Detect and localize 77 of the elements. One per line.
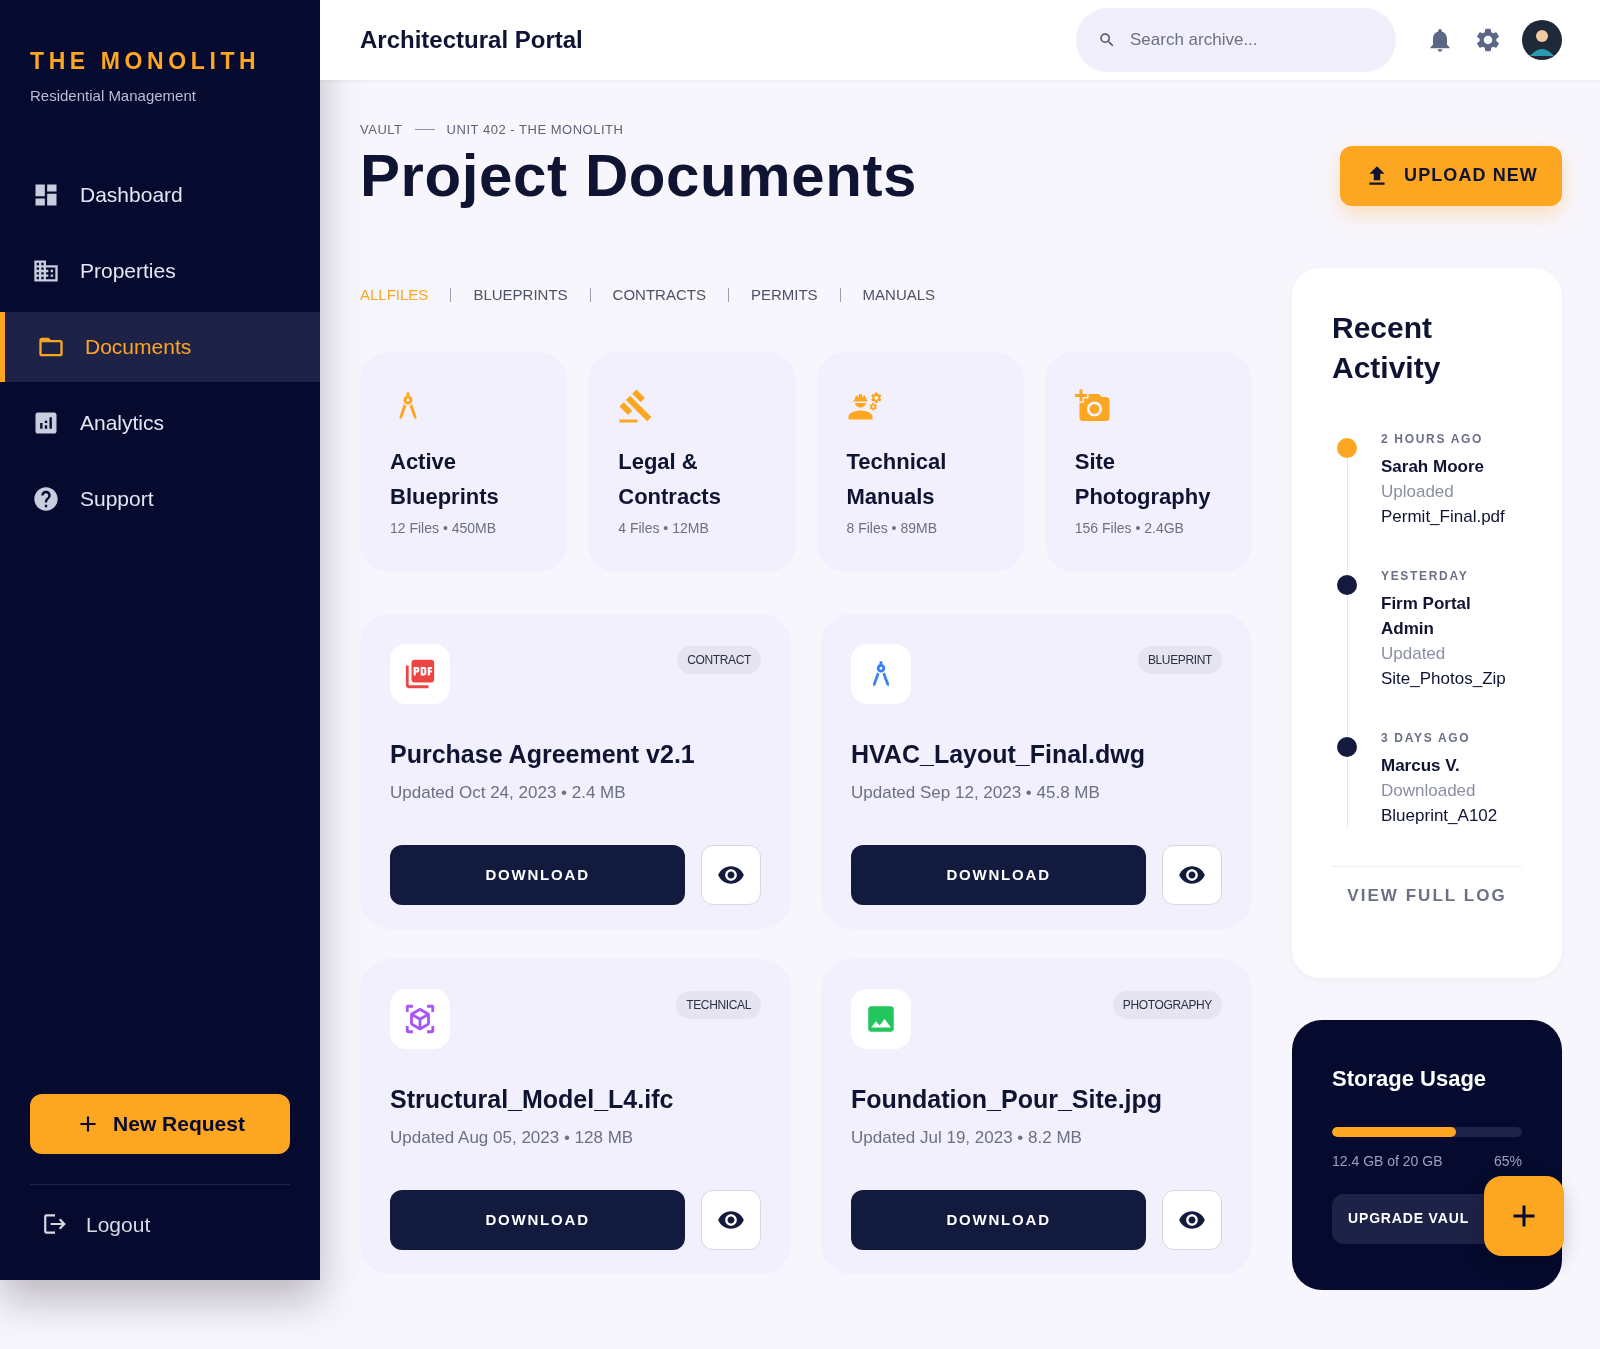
new-request-button[interactable]: New Request xyxy=(30,1093,290,1154)
nav-item[interactable]: Analytics xyxy=(0,388,320,458)
avatar[interactable] xyxy=(1522,20,1562,60)
document-title: HVAC_Layout_Final.dwg xyxy=(851,739,1146,770)
pdf-icon xyxy=(403,657,437,691)
download-button[interactable]: DOWNLOAD xyxy=(851,1190,1147,1250)
help-icon xyxy=(32,485,60,513)
cube-icon xyxy=(403,1002,437,1036)
preview-button[interactable] xyxy=(701,1190,761,1250)
filter-tab[interactable]: PERMITS xyxy=(750,283,818,306)
category-meta: 12 Files • 450MB xyxy=(390,519,498,538)
category-title: Active Blueprints xyxy=(390,448,500,511)
document-meta: Updated Oct 24, 2023 • 2.4 MB xyxy=(390,781,627,804)
breadcrumb-item[interactable]: UNIT 402 - THE MONOLITH xyxy=(446,120,624,140)
activity-user: Marcus V. xyxy=(1381,754,1461,777)
activity-title: Recent Activity xyxy=(1332,309,1442,386)
download-button[interactable]: DOWNLOAD xyxy=(390,1190,686,1250)
preview-button[interactable] xyxy=(701,845,761,905)
document-title: Purchase Agreement v2.1 xyxy=(390,739,696,770)
view-full-log-link[interactable]: VIEW FULL LOG xyxy=(1332,882,1522,908)
nav-item[interactable]: Properties xyxy=(0,236,320,306)
document-title: Foundation_Pour_Site.jpg xyxy=(851,1084,1164,1115)
document-tag: TECHNICAL xyxy=(676,991,761,1019)
search-field[interactable]: Search archive... xyxy=(1076,8,1396,72)
activity-file: Permit_Final.pdf xyxy=(1381,505,1506,528)
category-card[interactable]: Active Blueprints 12 Files • 450MB xyxy=(360,352,568,572)
search-icon xyxy=(1098,31,1116,49)
header-title: Architectural Portal xyxy=(360,25,583,55)
activity-user: Sarah Moore xyxy=(1381,455,1485,478)
brand-title: THE MONOLITH xyxy=(30,47,262,76)
download-button[interactable]: DOWNLOAD xyxy=(851,845,1147,905)
activity-time: 2 HOURS AGO xyxy=(1381,430,1485,448)
nav-item[interactable]: Documents xyxy=(0,312,320,382)
nav-item[interactable]: Dashboard xyxy=(0,160,320,230)
breadcrumb-item[interactable]: VAULT xyxy=(360,120,403,140)
category-meta: 156 Files • 2.4GB xyxy=(1074,519,1185,538)
download-button[interactable]: DOWNLOAD xyxy=(390,845,686,905)
filter-tab[interactable]: CONTRACTS xyxy=(612,283,706,306)
category-title: Site Photography xyxy=(1074,448,1212,511)
filter-tab[interactable]: BLUEPRINTS xyxy=(473,283,568,306)
storage-used: 12.4 GB of 20 GB xyxy=(1332,1151,1443,1171)
filter-tab[interactable]: MANUALS xyxy=(862,283,936,306)
document-meta: Updated Aug 05, 2023 • 128 MB xyxy=(390,1126,635,1149)
document-tag: PHOTOGRAPHY xyxy=(1112,991,1222,1019)
add-fab[interactable] xyxy=(1484,1175,1564,1256)
document-meta: Updated Sep 12, 2023 • 45.8 MB xyxy=(851,781,1101,804)
settings-button[interactable] xyxy=(1474,26,1502,54)
activity-action: Updated xyxy=(1381,642,1447,665)
storage-title: Storage Usage xyxy=(1332,1064,1488,1093)
document-title: Structural_Model_L4.ifc xyxy=(390,1084,675,1115)
preview-button[interactable] xyxy=(1162,1190,1222,1250)
activity-file: Blueprint_A102 xyxy=(1381,804,1499,827)
activity-action: Uploaded xyxy=(1381,480,1455,503)
document-tag: CONTRACT xyxy=(677,646,761,674)
page-title: Project Documents xyxy=(360,140,917,211)
category-meta: 8 Files • 89MB xyxy=(846,519,938,538)
camera-icon xyxy=(1074,388,1111,424)
category-card[interactable]: Site Photography 156 Files • 2.4GB xyxy=(1044,352,1252,572)
activity-action: Downloaded xyxy=(1381,779,1477,802)
nav-item[interactable]: Support xyxy=(0,464,320,534)
brand-subtitle: Residential Management xyxy=(30,85,197,106)
category-title: Legal & Contracts xyxy=(618,448,722,511)
logout-link[interactable]: Logout xyxy=(30,1208,290,1240)
upload-new-button[interactable]: UPLOAD NEW xyxy=(1340,145,1562,206)
storage-percent: 65% xyxy=(1493,1151,1522,1171)
preview-button[interactable] xyxy=(1162,845,1222,905)
document-meta: Updated Jul 19, 2023 • 8.2 MB xyxy=(851,1126,1083,1149)
category-meta: 4 Files • 12MB xyxy=(618,519,710,538)
activity-file: Site_Photos_Zip xyxy=(1381,667,1507,690)
upgrade-button[interactable]: UPGRADE VAUL xyxy=(1332,1193,1484,1244)
category-card[interactable]: Legal & Contracts 4 Files • 12MB xyxy=(588,352,796,572)
category-title: Technical Manuals xyxy=(846,448,948,511)
activity-time: 3 DAYS AGO xyxy=(1381,729,1472,747)
activity-time: YESTERDAY xyxy=(1381,567,1470,585)
category-card[interactable]: Technical Manuals 8 Files • 89MB xyxy=(816,352,1024,572)
activity-user: Firm Portal Admin xyxy=(1381,592,1472,640)
document-tag: BLUEPRINT xyxy=(1137,646,1222,674)
